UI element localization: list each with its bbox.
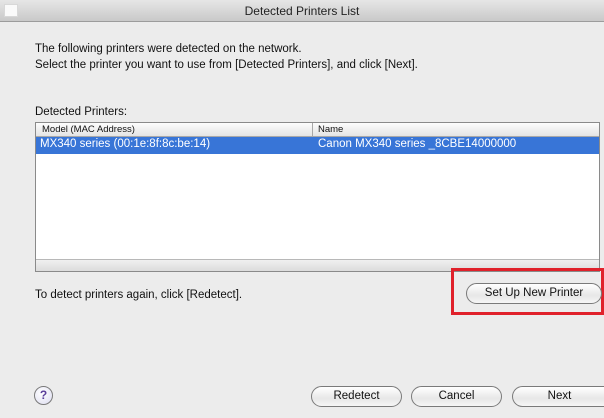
cancel-button[interactable]: Cancel: [411, 386, 502, 407]
column-divider[interactable]: [312, 123, 313, 137]
title-bar[interactable]: Detected Printers List: [0, 0, 604, 22]
intro-text: The following printers were detected on …: [35, 41, 418, 73]
redetect-hint-text: To detect printers again, click [Redetec…: [35, 289, 243, 301]
column-header-name[interactable]: Name: [318, 124, 343, 135]
printer-name-cell: Canon MX340 series _8CBE14000000: [318, 138, 517, 150]
redetect-button[interactable]: Redetect: [311, 386, 402, 407]
help-icon[interactable]: ?: [34, 386, 53, 405]
intro-line-2: Select the printer you want to use from …: [35, 59, 418, 71]
printer-model-cell: MX340 series (00:1e:8f:8c:be:14): [40, 138, 211, 150]
table-row[interactable]: MX340 series (00:1e:8f:8c:be:14) Canon M…: [36, 137, 599, 154]
detected-printers-list[interactable]: Model (MAC Address) Name MX340 series (0…: [35, 122, 600, 272]
window-title: Detected Printers List: [244, 4, 360, 18]
column-header-model[interactable]: Model (MAC Address): [42, 124, 135, 135]
intro-line-1: The following printers were detected on …: [35, 43, 302, 55]
set-up-new-printer-button[interactable]: Set Up New Printer: [466, 283, 602, 304]
next-button[interactable]: Next: [512, 386, 604, 407]
detected-printers-dialog: Detected Printers List The following pri…: [0, 0, 604, 418]
detected-printers-label: Detected Printers:: [35, 106, 128, 118]
list-header: Model (MAC Address) Name: [36, 123, 599, 137]
